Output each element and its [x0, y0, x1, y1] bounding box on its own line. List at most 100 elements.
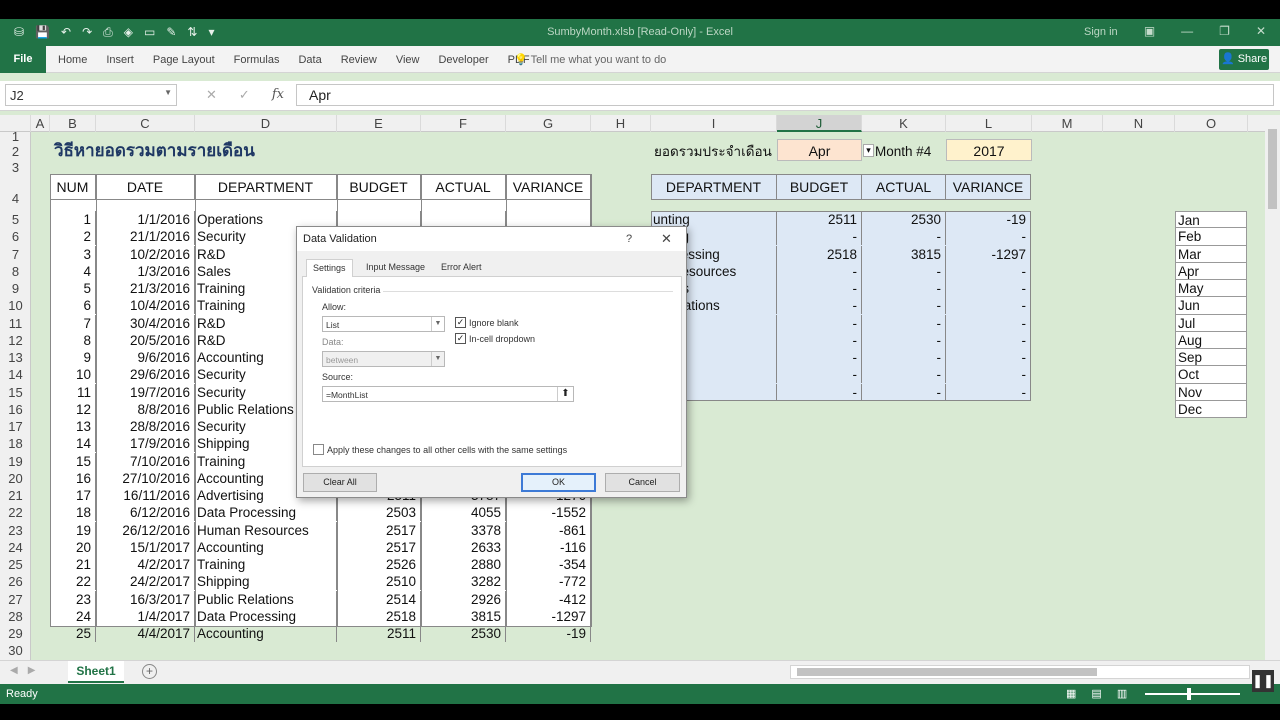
- summary-cell[interactable]: -: [946, 280, 1031, 297]
- table-cell[interactable]: 2517: [337, 521, 421, 539]
- row-header-15[interactable]: 15: [0, 384, 31, 401]
- table-cell[interactable]: 2517: [337, 538, 421, 556]
- normal-view-icon[interactable]: ▦: [1066, 687, 1076, 700]
- month-list-item[interactable]: Nov: [1175, 383, 1247, 401]
- row-header-21[interactable]: 21: [0, 487, 31, 504]
- table-cell[interactable]: 24/2/2017: [96, 573, 195, 591]
- month-list-item[interactable]: Dec: [1175, 400, 1247, 418]
- insert-function-icon[interactable]: fx: [272, 87, 284, 103]
- ribbon-tab-data[interactable]: Data: [298, 54, 335, 66]
- summary-cell[interactable]: -: [946, 297, 1031, 315]
- summary-cell[interactable]: -: [777, 331, 862, 349]
- table-cell[interactable]: 2633: [421, 538, 506, 556]
- table-cell[interactable]: -116: [506, 538, 591, 556]
- summary-cell[interactable]: -: [946, 314, 1031, 332]
- table-cell[interactable]: Training: [195, 556, 337, 573]
- sign-in-link[interactable]: Sign in: [1084, 26, 1118, 38]
- tab-settings[interactable]: Settings: [306, 259, 353, 278]
- ribbon-tab-formulas[interactable]: Formulas: [234, 54, 294, 66]
- table-cell[interactable]: 4/4/2017: [96, 625, 195, 642]
- table-cell[interactable]: 10/2/2016: [96, 245, 195, 263]
- column-header-j[interactable]: J: [777, 115, 862, 132]
- table-cell[interactable]: 2503: [337, 504, 421, 522]
- source-input[interactable]: =MonthList ⬆: [322, 386, 574, 402]
- table-cell[interactable]: 16: [50, 469, 96, 487]
- row-header-24[interactable]: 24: [0, 539, 31, 556]
- table-cell[interactable]: 1/3/2016: [96, 262, 195, 280]
- table-cell[interactable]: 1/1/2016: [96, 211, 195, 228]
- row-header-10[interactable]: 10: [0, 297, 31, 314]
- summary-cell[interactable]: -1297: [946, 245, 1031, 263]
- row-header-5[interactable]: 5: [0, 211, 31, 228]
- table-cell[interactable]: 20: [50, 538, 96, 556]
- column-header-g[interactable]: G: [506, 115, 591, 132]
- summary-cell[interactable]: -: [777, 349, 862, 366]
- horizontal-scrollbar[interactable]: [790, 665, 1250, 679]
- column-header-c[interactable]: C: [96, 115, 195, 132]
- table-cell[interactable]: 6/12/2016: [96, 504, 195, 522]
- summary-cell[interactable]: -19: [946, 211, 1031, 228]
- table-cell[interactable]: 12: [50, 400, 96, 418]
- month-list-item[interactable]: Oct: [1175, 366, 1247, 384]
- table-cell[interactable]: 3282: [421, 573, 506, 591]
- month-list-item[interactable]: Jun: [1175, 297, 1247, 315]
- table-cell[interactable]: 14: [50, 435, 96, 453]
- table-cell[interactable]: 5: [50, 280, 96, 297]
- table-cell[interactable]: 21: [50, 556, 96, 573]
- tab-error-alert[interactable]: Error Alert: [435, 259, 488, 277]
- table-cell[interactable]: 18: [50, 504, 96, 522]
- table-cell[interactable]: 9/6/2016: [96, 349, 195, 366]
- summary-cell[interactable]: -: [946, 383, 1031, 401]
- ribbon-tab-view[interactable]: View: [396, 54, 434, 66]
- table-cell[interactable]: 3378: [421, 521, 506, 539]
- table-cell[interactable]: 2514: [337, 590, 421, 608]
- pause-icon[interactable]: ❚❚: [1252, 670, 1274, 692]
- clear-all-button[interactable]: Clear All: [303, 473, 377, 492]
- help-icon[interactable]: ?: [626, 233, 632, 245]
- share-button[interactable]: 👤 Share: [1219, 49, 1269, 70]
- summary-cell[interactable]: -: [946, 228, 1031, 246]
- row-header-16[interactable]: 16: [0, 401, 31, 418]
- month-list-item[interactable]: Mar: [1175, 245, 1247, 263]
- ignore-blank-checkbox[interactable]: ✓: [455, 317, 466, 328]
- month-list-item[interactable]: Sep: [1175, 349, 1247, 367]
- column-header-l[interactable]: L: [946, 115, 1032, 132]
- chevron-down-icon[interactable]: ▼: [431, 317, 444, 331]
- row-header-6[interactable]: 6: [0, 228, 31, 245]
- row-header-22[interactable]: 22: [0, 504, 31, 521]
- table-cell[interactable]: 16/11/2016: [96, 487, 195, 504]
- month-list-item[interactable]: Jan: [1175, 211, 1247, 229]
- row-header-28[interactable]: 28: [0, 608, 31, 625]
- table-cell[interactable]: -354: [506, 556, 591, 573]
- zoom-knob[interactable]: [1187, 688, 1191, 700]
- summary-cell[interactable]: -: [777, 262, 862, 280]
- row-header-26[interactable]: 26: [0, 573, 31, 590]
- column-header-e[interactable]: E: [337, 115, 421, 132]
- page-layout-view-icon[interactable]: ▤: [1091, 687, 1101, 700]
- summary-cell[interactable]: -: [777, 383, 862, 401]
- allow-select[interactable]: List ▼: [322, 316, 445, 332]
- summary-cell[interactable]: 2530: [862, 211, 946, 228]
- summary-cell[interactable]: 2518: [777, 245, 862, 263]
- confirm-entry-icon[interactable]: ✓: [239, 87, 250, 103]
- table-cell[interactable]: 8: [50, 331, 96, 349]
- row-header-11[interactable]: 11: [0, 315, 31, 332]
- column-header-h[interactable]: H: [591, 115, 651, 132]
- summary-cell[interactable]: -: [946, 366, 1031, 384]
- table-cell[interactable]: 17/9/2016: [96, 435, 195, 453]
- row-header-18[interactable]: 18: [0, 435, 31, 452]
- zoom-slider[interactable]: [1145, 688, 1240, 700]
- table-cell[interactable]: 23: [50, 590, 96, 608]
- summary-cell[interactable]: -: [862, 383, 946, 401]
- ribbon-tab-developer[interactable]: Developer: [438, 54, 502, 66]
- table-cell[interactable]: 10: [50, 366, 96, 384]
- column-header-f[interactable]: F: [421, 115, 506, 132]
- sheet-tab[interactable]: Sheet1: [68, 661, 124, 683]
- table-cell[interactable]: -19: [506, 625, 591, 642]
- table-cell[interactable]: 6: [50, 297, 96, 315]
- table-cell[interactable]: 9: [50, 349, 96, 366]
- table-cell[interactable]: 2: [50, 228, 96, 246]
- table-cell[interactable]: 22: [50, 573, 96, 591]
- table-cell[interactable]: Public Relations: [195, 590, 337, 608]
- summary-cell[interactable]: 3815: [862, 245, 946, 263]
